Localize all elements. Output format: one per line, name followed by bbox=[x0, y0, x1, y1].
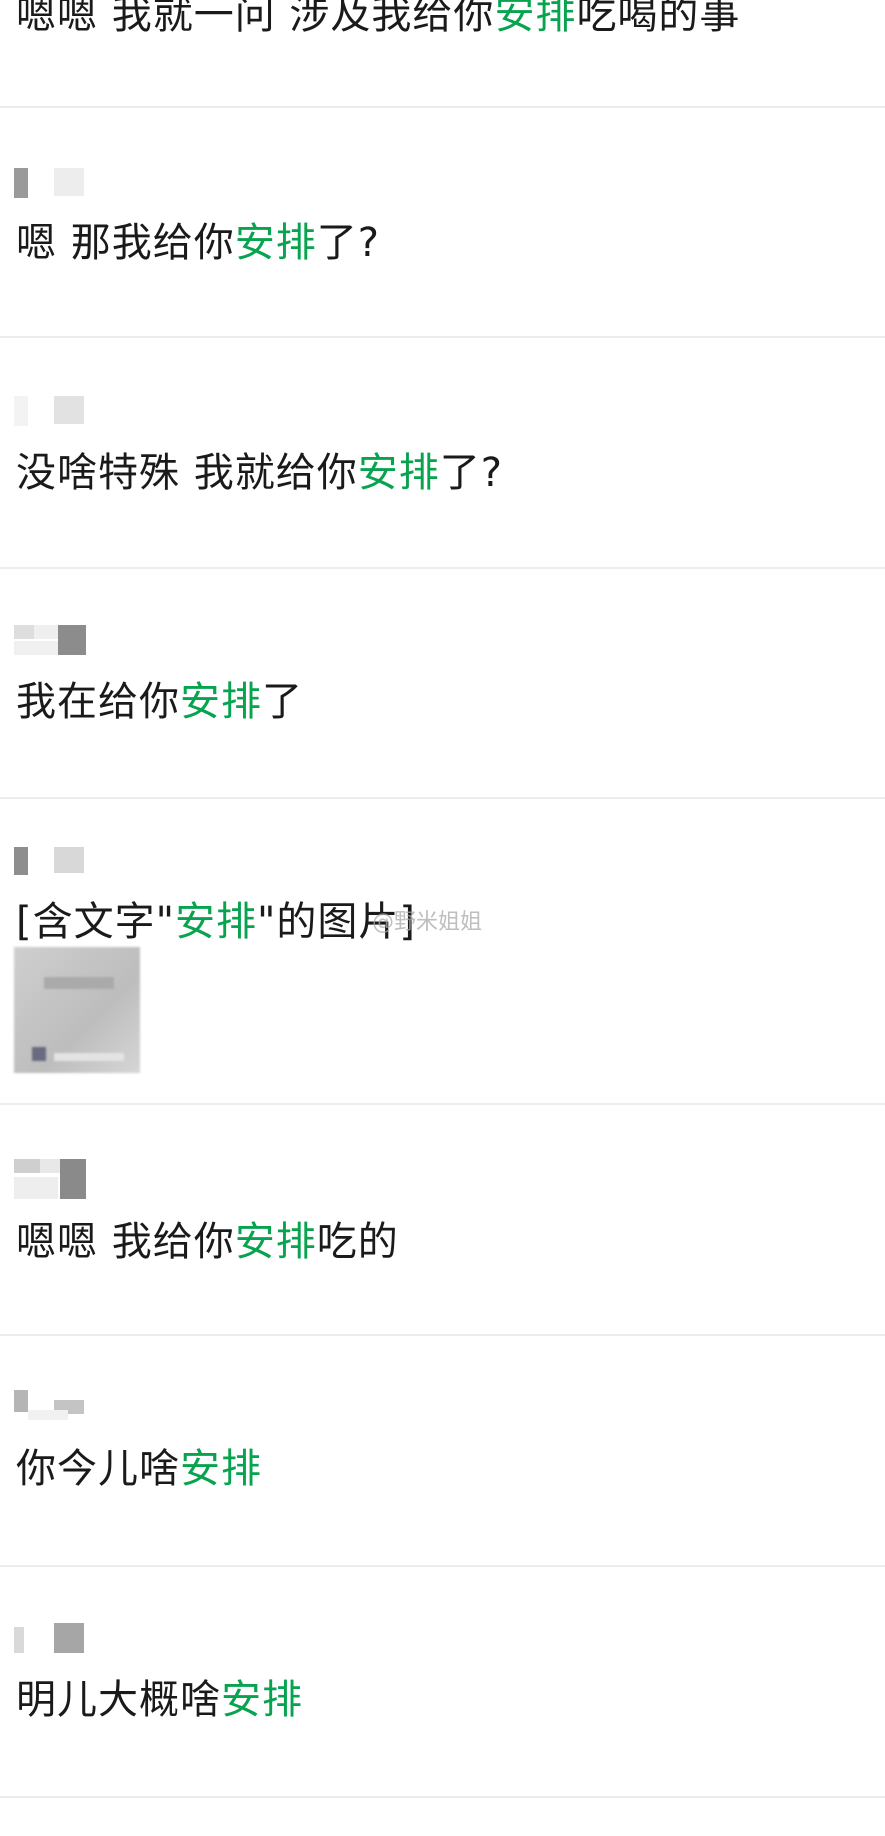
message-text: 没啥特殊 我就给你安排了? bbox=[16, 450, 503, 496]
avatar bbox=[14, 1390, 88, 1420]
keyword-highlight: 安排 bbox=[234, 220, 317, 266]
list-item[interactable]: 明儿大概啥安排 bbox=[0, 1567, 885, 1798]
avatar bbox=[14, 1623, 88, 1653]
avatar bbox=[14, 168, 88, 198]
list-item[interactable]: 你今儿啥安排 bbox=[0, 1336, 885, 1567]
avatar bbox=[14, 847, 88, 877]
list-item[interactable]: 嗯 那我给你安排了? bbox=[0, 108, 885, 338]
list-item[interactable]: 没啥特殊 我就给你安排了? bbox=[0, 338, 885, 569]
list-item[interactable]: 嗯嗯 我给你安排吃的 bbox=[0, 1105, 885, 1336]
keyword-highlight: 安排 bbox=[494, 0, 577, 38]
message-text: [含文字"安排"的图片] bbox=[16, 899, 417, 945]
watermark: @野米姐姐 bbox=[372, 910, 483, 935]
message-text: 明儿大概啥安排 bbox=[16, 1677, 303, 1723]
keyword-highlight: 安排 bbox=[180, 679, 262, 725]
list-item[interactable]: 我在给你安排了 bbox=[0, 569, 885, 799]
message-text: 嗯 那我给你安排了? bbox=[16, 220, 380, 266]
message-text: 你今儿啥安排 bbox=[16, 1446, 262, 1492]
avatar bbox=[14, 1159, 88, 1199]
avatar bbox=[14, 396, 88, 426]
avatar bbox=[14, 625, 88, 655]
keyword-highlight: 安排 bbox=[357, 450, 440, 496]
message-text: 嗯嗯 我给你安排吃的 bbox=[16, 1219, 399, 1265]
image-thumbnail[interactable] bbox=[14, 947, 140, 1073]
keyword-highlight: 安排 bbox=[180, 1446, 262, 1492]
keyword-highlight: 安排 bbox=[221, 1677, 303, 1723]
keyword-highlight: 安排 bbox=[234, 1219, 317, 1265]
message-text: 嗯嗯 我就一问 涉及我给你安排吃喝的事 bbox=[16, 0, 740, 40]
message-text: 我在给你安排了 bbox=[16, 679, 303, 725]
list-item[interactable]: [含文字"安排"的图片] bbox=[0, 799, 885, 1105]
keyword-highlight: 安排 bbox=[175, 899, 258, 945]
list-item[interactable]: 嗯嗯 我就一问 涉及我给你安排吃喝的事 bbox=[0, 0, 885, 108]
